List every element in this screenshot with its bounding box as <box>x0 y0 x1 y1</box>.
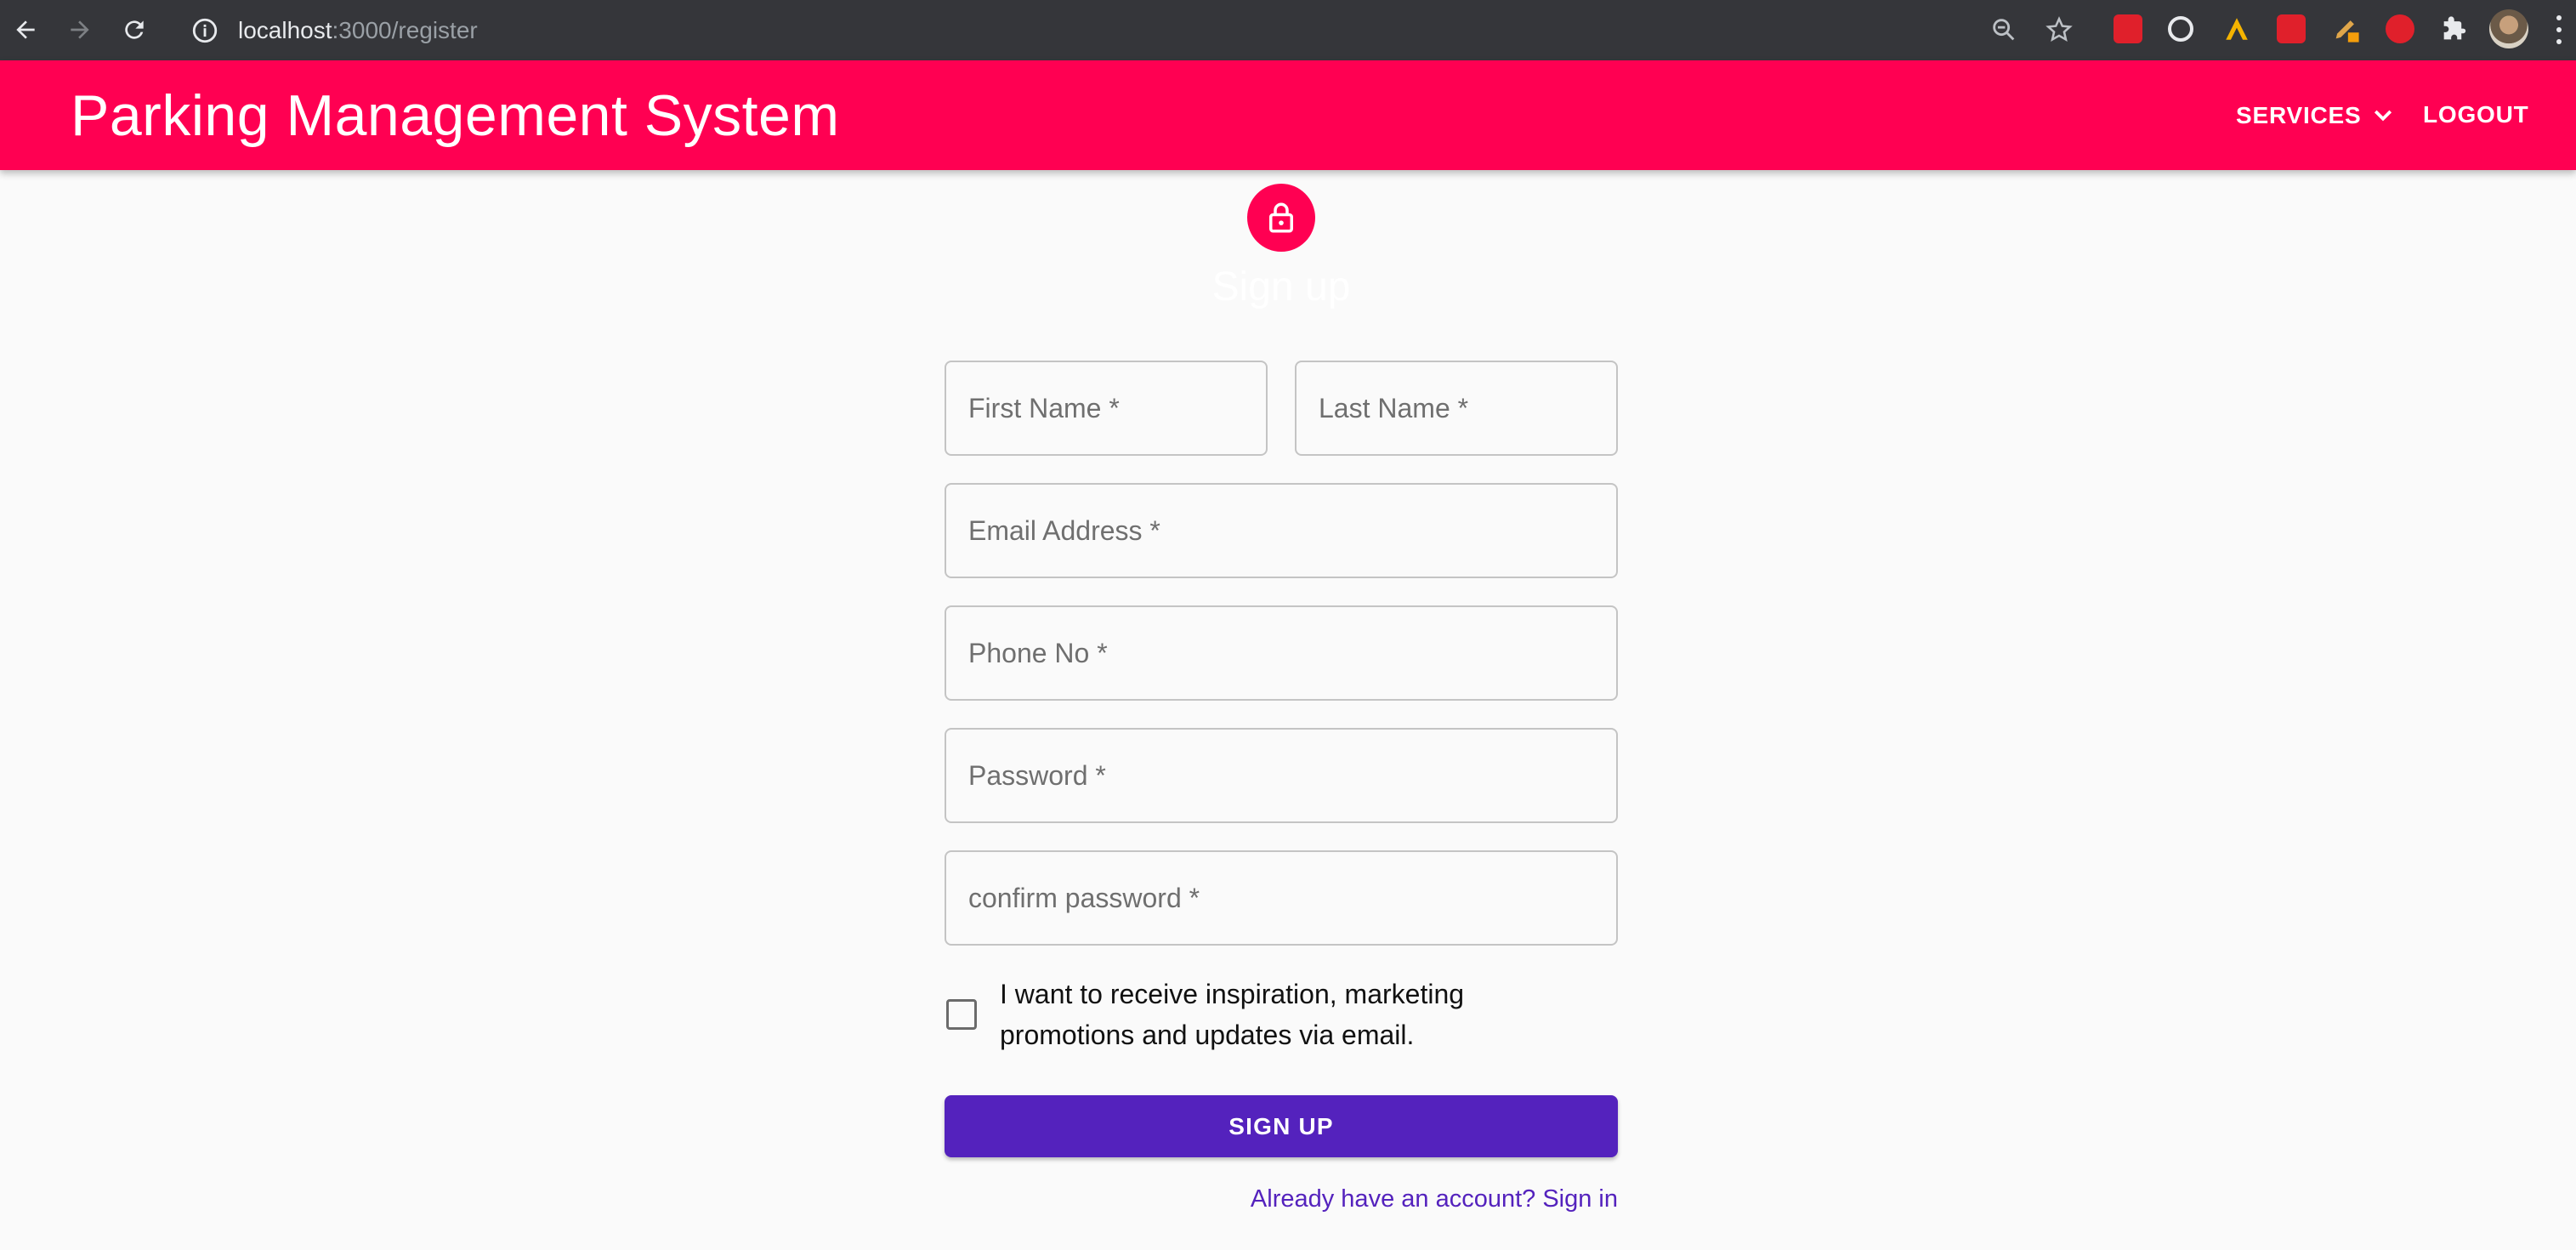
reload-button[interactable] <box>116 11 153 48</box>
phone-label: Phone No * <box>968 637 1108 668</box>
first-name-label: First Name * <box>968 392 1120 423</box>
marketing-opt-in: I want to receive inspiration, marketing… <box>945 974 1617 1059</box>
reload-icon <box>125 20 144 39</box>
last-name-field[interactable]: Last Name * <box>1295 361 1618 456</box>
page-title: Sign up <box>1211 264 1351 310</box>
back-button[interactable] <box>7 11 44 48</box>
lock-icon <box>1269 202 1293 233</box>
forward-arrow-icon <box>71 20 89 39</box>
pen-ext-icon[interactable] <box>2331 14 2360 43</box>
sign-in-link[interactable]: Already have an account? Sign in <box>1251 1185 1618 1213</box>
marketing-checkbox[interactable] <box>946 999 977 1030</box>
zoom-out-icon <box>1993 19 2015 41</box>
profile-avatar[interactable] <box>2489 9 2528 48</box>
bookmark-button[interactable] <box>2040 11 2078 48</box>
marketing-checkbox-label: I want to receive inspiration, marketing… <box>1000 979 1465 1050</box>
first-name-field[interactable]: First Name * <box>945 361 1268 456</box>
puzzle-icon <box>2443 16 2466 40</box>
email-label: Email Address * <box>968 514 1160 546</box>
url-text: localhost:3000/register <box>238 16 478 43</box>
back-arrow-icon <box>16 20 35 39</box>
lock-avatar <box>1247 184 1315 252</box>
logout-button[interactable]: LOGOUT <box>2423 94 2529 137</box>
raindrop-ext-icon[interactable] <box>2277 14 2306 43</box>
services-menu-button[interactable]: SERVICES <box>2236 94 2396 137</box>
info-icon[interactable] <box>190 16 219 45</box>
phone-field[interactable]: Phone No * <box>945 605 1618 701</box>
app-title: Parking Management System <box>71 83 840 148</box>
password-label: Password * <box>968 759 1106 791</box>
adblock-ext-icon[interactable] <box>2386 14 2414 43</box>
browser-menu-button[interactable] <box>2549 12 2569 48</box>
address-bar[interactable]: localhost:3000/register <box>179 7 2100 54</box>
zoom-button[interactable] <box>1985 11 2023 48</box>
email-field[interactable]: Email Address * <box>945 483 1618 578</box>
star-icon <box>2045 16 2073 43</box>
last-name-label: Last Name * <box>1319 392 1469 423</box>
extensions-button[interactable] <box>2435 11 2472 48</box>
youtube-ext-icon[interactable] <box>2114 14 2142 43</box>
browser-toolbar: localhost:3000/register <box>0 0 2576 60</box>
password-field[interactable]: Password * <box>945 728 1618 823</box>
confirm-password-label: confirm password * <box>968 882 1200 913</box>
forward-button[interactable] <box>61 11 99 48</box>
chevron-down-icon <box>2374 110 2392 122</box>
sign-up-button[interactable]: SIGN UP <box>945 1095 1618 1157</box>
services-label: SERVICES <box>2236 102 2362 128</box>
app-header: Parking Management System SERVICES LOGOU… <box>0 60 2576 170</box>
github-ext-icon[interactable] <box>2168 16 2193 42</box>
confirm-password-field[interactable]: confirm password * <box>945 850 1618 946</box>
acrobat-ext-icon[interactable] <box>2222 14 2251 43</box>
